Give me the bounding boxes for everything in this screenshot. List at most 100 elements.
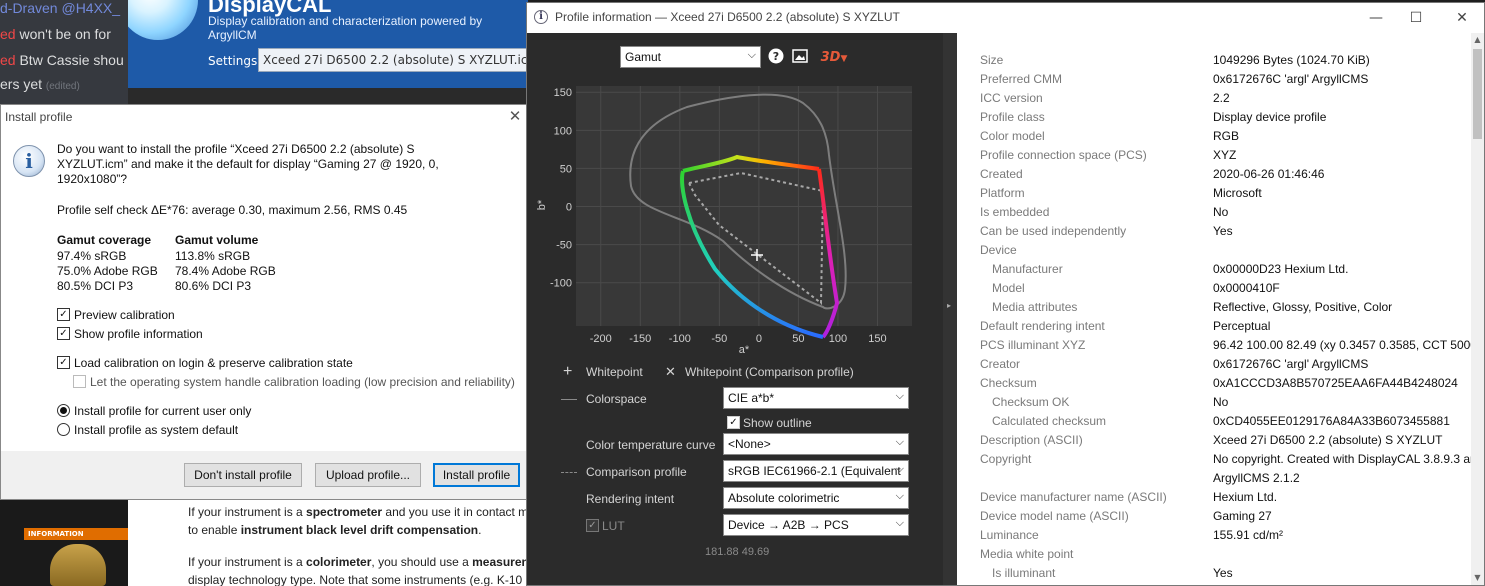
color-temperature-curve-select[interactable]: <None> ⌵ [723, 433, 909, 455]
dialog-footer: Don't install profile Upload profile... … [1, 451, 527, 499]
property-row[interactable]: Calculated checksum 0xCD4055EE0129176A84A… [957, 414, 1450, 433]
comparison-profile-select[interactable]: sRGB IEC61966-2.1 (Equivalent ⌵ [723, 460, 909, 482]
property-row[interactable]: Model 0x0000410F [957, 281, 1447, 300]
preview-calibration-checkbox[interactable]: ✓ [57, 308, 70, 321]
show-outline-checkbox[interactable]: ✓ [727, 416, 740, 429]
property-row[interactable]: Device [957, 243, 1447, 262]
property-row[interactable]: Profile connection space (PCS) XYZ [957, 148, 1447, 167]
chevron-down-icon: ⌵ [747, 49, 756, 61]
property-row[interactable]: Media white point [957, 547, 1447, 566]
gamut-plot[interactable]: -200 -150 -100 -50 0 50 100 150 150 100 50 0 -50 -10… [527, 75, 943, 375]
gamut-coverage-value: 75.0% Adobe RGB [57, 264, 158, 278]
show-outline-label[interactable]: Show outline [743, 416, 812, 430]
colorspace-label: Colorspace [586, 392, 647, 406]
x-axis-label: a* [739, 344, 750, 356]
property-row[interactable]: Device manufacturer name (ASCII) Hexium L… [957, 490, 1447, 509]
preview-calibration-label[interactable]: Preview calibration [74, 308, 175, 322]
load-calibration-checkbox[interactable]: ✓ [57, 356, 70, 369]
dont-install-button[interactable]: Don't install profile [184, 463, 302, 487]
whitepoint-comparison-legend-icon: ✕ [665, 364, 676, 379]
show-profile-info-label[interactable]: Show profile information [74, 327, 203, 341]
property-row[interactable]: Copyright No copyright. Created with Disp… [957, 452, 1483, 471]
property-row[interactable]: Checksum 0xA1CCCD3A8B570725EAA6FA44B42480… [957, 376, 1458, 395]
show-profile-info-checkbox[interactable]: ✓ [57, 327, 70, 340]
maximize-icon[interactable]: ☐ [1401, 7, 1431, 29]
colorspace-select[interactable]: CIE a*b* ⌵ [723, 387, 909, 409]
load-calibration-label[interactable]: Load calibration on login & preserve cal… [74, 356, 353, 370]
settings-label: Settings [208, 54, 258, 68]
minimize-icon[interactable]: — [1361, 7, 1391, 29]
info-paragraph-line: If your instrument is a colorimeter, you… [188, 555, 528, 569]
lut-checkbox[interactable]: ✓ [586, 519, 599, 532]
chat-username[interactable]: ed [0, 52, 16, 68]
lut-label: LUT [602, 519, 625, 533]
property-value: 0xCD4055EE0129176A84A33B6073455881 [1213, 414, 1450, 428]
save-image-icon[interactable] [791, 48, 809, 66]
gamut-volume-value: 80.6% DCI P3 [175, 279, 252, 293]
close-icon[interactable]: ✕ [507, 107, 523, 125]
property-row[interactable]: Color model RGB [957, 129, 1447, 148]
property-row[interactable]: Media attributes Reflective, Glossy, Posi… [957, 300, 1447, 319]
chat-username[interactable]: d-Draven [0, 0, 58, 16]
color-temperature-curve-label: Color temperature curve [586, 438, 716, 452]
displaycal-subtitle: Display calibration and characterization… [208, 14, 483, 42]
install-system-default-radio[interactable] [57, 423, 70, 436]
rendering-intent-label: Rendering intent [586, 492, 675, 506]
os-handle-calibration-checkbox[interactable] [73, 375, 86, 388]
install-current-user-label[interactable]: Install profile for current user only [74, 404, 251, 418]
install-system-default-label[interactable]: Install profile as system default [74, 423, 238, 437]
property-row[interactable]: Checksum OK No [957, 395, 1447, 414]
lut-select[interactable]: Device → A2B → PCS ⌵ [723, 514, 909, 536]
rendering-intent-select[interactable]: Absolute colorimetric ⌵ [723, 487, 909, 509]
property-row[interactable]: Creator 0x6172676C 'argl' ArgyllCMS [957, 357, 1447, 376]
property-row[interactable]: Preferred CMM 0x6172676C 'argl' ArgyllCMS [957, 72, 1447, 91]
property-key: Media white point [980, 547, 1074, 561]
property-value: 2020-06-26 01:46:46 [1213, 167, 1325, 181]
whitepoint-legend-label: Whitepoint [586, 365, 643, 379]
property-row[interactable]: ArgyllCMS 2.1.2 [957, 471, 1447, 490]
property-value: No [1213, 395, 1229, 409]
property-row[interactable]: Default rendering intent Perceptual [957, 319, 1447, 338]
property-row[interactable]: Description (ASCII) Xceed 27i D6500 2.2 (… [957, 433, 1447, 452]
property-row[interactable]: Created 2020-06-26 01:46:46 [957, 167, 1447, 186]
property-row[interactable]: Manufacturer 0x00000D23 Hexium Ltd. [957, 262, 1447, 281]
property-value: 0x6172676C 'argl' ArgyllCMS [1213, 72, 1369, 86]
property-key: Size [980, 53, 1004, 67]
close-icon[interactable]: ✕ [1447, 7, 1477, 29]
install-profile-button[interactable]: Install profile [433, 463, 520, 487]
property-row[interactable]: Profile class Display device profile [957, 110, 1447, 129]
gamut-volume-value: 78.4% Adobe RGB [175, 264, 276, 278]
os-handle-calibration-label[interactable]: Let the operating system handle calibrat… [90, 375, 515, 389]
scroll-up-icon[interactable]: ▲ [1471, 33, 1484, 47]
property-row[interactable]: Device model name (ASCII) Gaming 27 [957, 509, 1447, 528]
scroll-down-icon[interactable]: ▼ [1471, 571, 1484, 585]
property-value: 1049296 Bytes (1024.70 KiB) [1213, 53, 1370, 67]
property-value: 0x00000D23 Hexium Ltd. [1213, 262, 1349, 276]
property-value: Hexium Ltd. [1213, 490, 1278, 504]
property-row[interactable]: Is embedded No [957, 205, 1447, 224]
pane-splitter[interactable]: ▸ [943, 33, 957, 585]
property-value: Xceed 27i D6500 2.2 (absolute) S XYZLUT [1213, 433, 1443, 447]
plot-type-select[interactable]: Gamut ⌵ [620, 46, 761, 68]
property-value: 96.42 100.00 82.49 (xy 0.3457 0.3585, CC… [1213, 338, 1484, 352]
property-row[interactable]: PCS illuminant XYZ 96.42 100.00 82.49 (xy… [957, 338, 1484, 357]
property-key: Checksum [980, 376, 1037, 390]
chat-username[interactable]: ed [0, 26, 16, 42]
property-row[interactable]: Platform Microsoft [957, 186, 1447, 205]
property-key: Copyright [980, 452, 1032, 466]
property-row[interactable]: ICC version 2.2 [957, 91, 1447, 110]
3d-view-button[interactable]: 3D▼ [817, 48, 851, 66]
settings-select[interactable]: Xceed 27i D6500 2.2 (absolute) S XYZLUT.… [258, 48, 528, 72]
scrollbar-thumb[interactable] [1473, 49, 1482, 139]
property-key: Profile class [980, 110, 1045, 124]
x-tick-label: 100 [829, 333, 847, 345]
help-icon[interactable]: ? [767, 48, 785, 66]
property-row[interactable]: Can be used independently Yes [957, 224, 1447, 243]
upload-profile-button[interactable]: Upload profile... [315, 463, 421, 487]
install-current-user-radio[interactable] [57, 404, 70, 417]
chat-mention[interactable]: @H4XX_ [61, 0, 120, 16]
vertical-scrollbar[interactable]: ▲ ▼ [1471, 33, 1484, 585]
property-row[interactable]: Size 1049296 Bytes (1024.70 KiB) [957, 53, 1447, 72]
property-row[interactable]: Luminance 155.91 cd/m² [957, 528, 1447, 547]
property-row[interactable]: Is illuminant Yes [957, 566, 1447, 585]
